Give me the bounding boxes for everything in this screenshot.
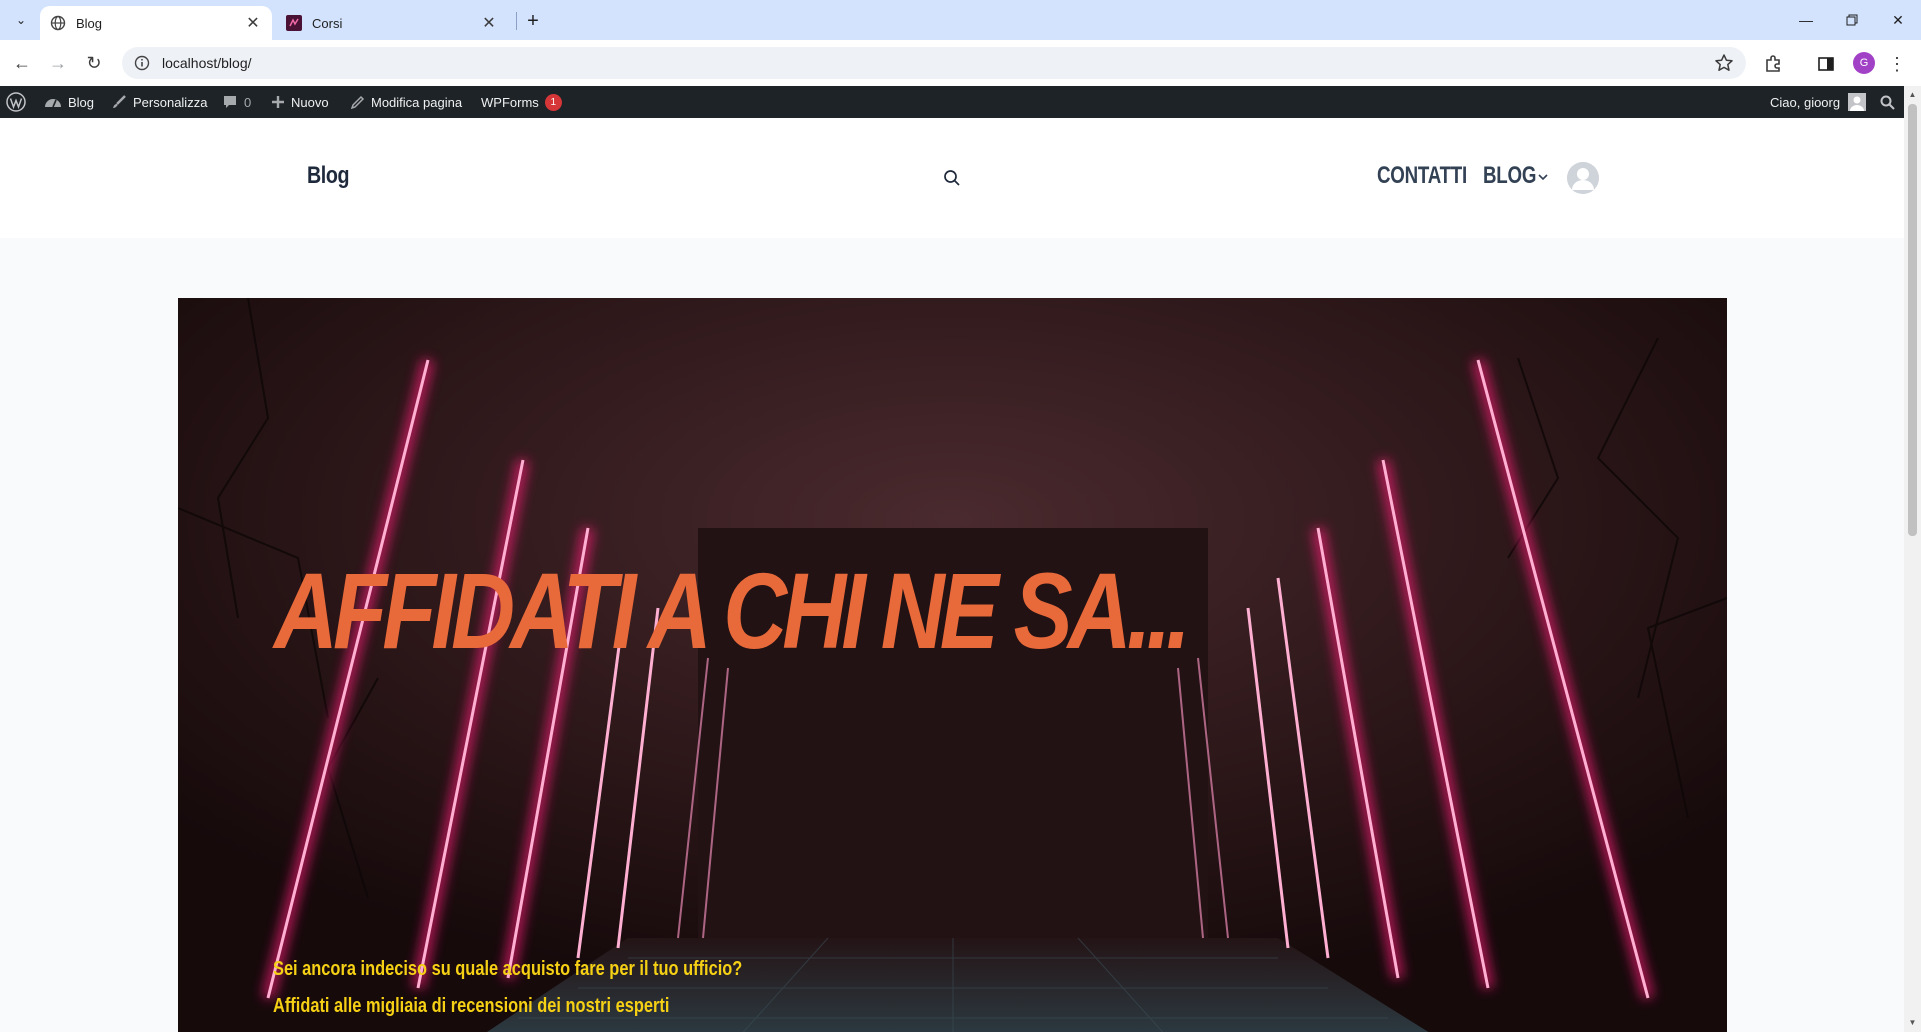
site-header: Blog CONTATTI BLOG — [0, 118, 1904, 238]
site-title[interactable]: Blog — [307, 162, 350, 190]
adminbar-edit-label: Modifica pagina — [371, 94, 463, 110]
minimize-icon: — — [1799, 12, 1813, 28]
adminbar-comments-link[interactable]: 0 — [222, 86, 251, 118]
star-icon[interactable] — [1714, 53, 1734, 73]
comment-icon — [224, 96, 236, 108]
adminbar-customize-link[interactable]: Personalizza — [111, 86, 207, 118]
search-icon — [1880, 95, 1895, 110]
side-panel-button[interactable] — [1815, 53, 1837, 75]
url-text: localhost/blog/ — [162, 55, 252, 71]
scroll-down-icon[interactable]: ▼ — [1908, 1018, 1917, 1027]
adminbar-comments-count: 0 — [244, 94, 252, 110]
site-favicon-icon — [286, 15, 302, 31]
browser-toolbar: ← → ↻ localhost/blog/ G ⋮ — [0, 40, 1921, 86]
adminbar-site-label: Blog — [68, 94, 95, 110]
notification-badge: 1 — [544, 93, 562, 111]
tab-search-button[interactable]: ⌄ — [8, 8, 34, 32]
plus-icon — [272, 96, 284, 108]
puzzle-icon — [1766, 55, 1780, 72]
new-tab-button[interactable]: + — [520, 8, 546, 34]
profile-initial: G — [1859, 57, 1869, 69]
reload-button[interactable]: ↻ — [80, 49, 108, 77]
scroll-thumb[interactable] — [1908, 104, 1917, 536]
adminbar-site-link[interactable]: Blog — [44, 86, 94, 118]
side-panel-icon — [1818, 57, 1834, 71]
hero-subtitle-1: Sei ancora indeciso su quale acquisto fa… — [273, 958, 743, 980]
close-icon[interactable]: ✕ — [480, 14, 498, 32]
arrow-right-icon: → — [49, 52, 67, 73]
adminbar-greeting: Ciao, gioorg — [1770, 94, 1841, 110]
restore-button[interactable] — [1829, 0, 1875, 40]
reload-icon: ↻ — [86, 52, 102, 73]
close-icon: ✕ — [1892, 11, 1904, 28]
minimize-button[interactable]: — — [1783, 0, 1829, 40]
profile-avatar[interactable]: G — [1853, 52, 1875, 74]
site-viewport: Blog CONTATTI BLOG AFFIDATI A CHI NE SA.… — [0, 118, 1904, 1032]
page-scrollbar[interactable]: ▲ ▼ — [1904, 86, 1921, 1032]
menu-item-contatti[interactable]: CONTATTI — [1377, 162, 1467, 190]
wp-logo-menu[interactable] — [6, 86, 32, 118]
tab-corsi[interactable]: Corsi ✕ — [276, 6, 508, 40]
close-icon[interactable]: ✕ — [244, 14, 262, 32]
browser-tab-strip: ⌄ Blog ✕ Corsi ✕ + — ✕ — [0, 0, 1921, 40]
close-window-button[interactable]: ✕ — [1875, 0, 1921, 40]
adminbar-search[interactable] — [1880, 86, 1901, 118]
hero-title: AFFIDATI A CHI NE SA... — [274, 550, 1191, 671]
wp-admin-bar: Blog Personalizza 0 Nuovo Modifica pagin… — [0, 86, 1904, 118]
tab-blog[interactable]: Blog ✕ — [40, 6, 272, 40]
chevron-down-icon: ⌄ — [15, 13, 27, 27]
info-icon[interactable] — [134, 55, 150, 71]
extensions-button[interactable] — [1762, 53, 1784, 75]
account-avatar[interactable] — [1567, 162, 1599, 194]
restore-icon — [1846, 14, 1858, 26]
dashboard-icon — [45, 99, 61, 108]
chevron-down-icon[interactable] — [1537, 171, 1549, 183]
menu-item-blog[interactable]: BLOG — [1483, 162, 1536, 190]
tab-title: Blog — [76, 15, 103, 31]
globe-icon — [50, 15, 66, 31]
scroll-up-icon[interactable]: ▲ — [1908, 90, 1917, 99]
adminbar-new-label: Nuovo — [291, 94, 329, 110]
forward-button[interactable]: → — [44, 49, 72, 77]
adminbar-wpforms-label: WPForms — [481, 94, 539, 110]
hero-banner: AFFIDATI A CHI NE SA... Sei ancora indec… — [178, 298, 1727, 1032]
wordpress-logo-icon — [6, 92, 26, 112]
address-bar[interactable]: localhost/blog/ — [122, 47, 1746, 79]
adminbar-new-link[interactable]: Nuovo — [271, 86, 329, 118]
pencil-icon — [350, 95, 365, 109]
adminbar-wpforms-link[interactable]: WPForms 1 — [481, 86, 562, 118]
adminbar-edit-link[interactable]: Modifica pagina — [350, 86, 462, 118]
tab-title: Corsi — [312, 15, 343, 31]
user-icon — [1567, 162, 1599, 194]
hero-subtitle-2: Affidati alle migliaia di recensioni dei… — [273, 995, 670, 1017]
brush-icon — [113, 95, 126, 108]
user-avatar-icon — [1848, 93, 1867, 111]
plus-icon: + — [527, 9, 539, 32]
adminbar-account-menu[interactable]: Ciao, gioorg — [1770, 86, 1867, 118]
back-button[interactable]: ← — [8, 49, 36, 77]
adminbar-customize-label: Personalizza — [133, 94, 208, 110]
tab-divider — [516, 12, 517, 30]
arrow-left-icon: ← — [13, 52, 31, 73]
more-vertical-icon: ⋮ — [1888, 53, 1906, 74]
search-icon[interactable] — [943, 169, 961, 187]
browser-menu-button[interactable]: ⋮ — [1886, 53, 1908, 75]
